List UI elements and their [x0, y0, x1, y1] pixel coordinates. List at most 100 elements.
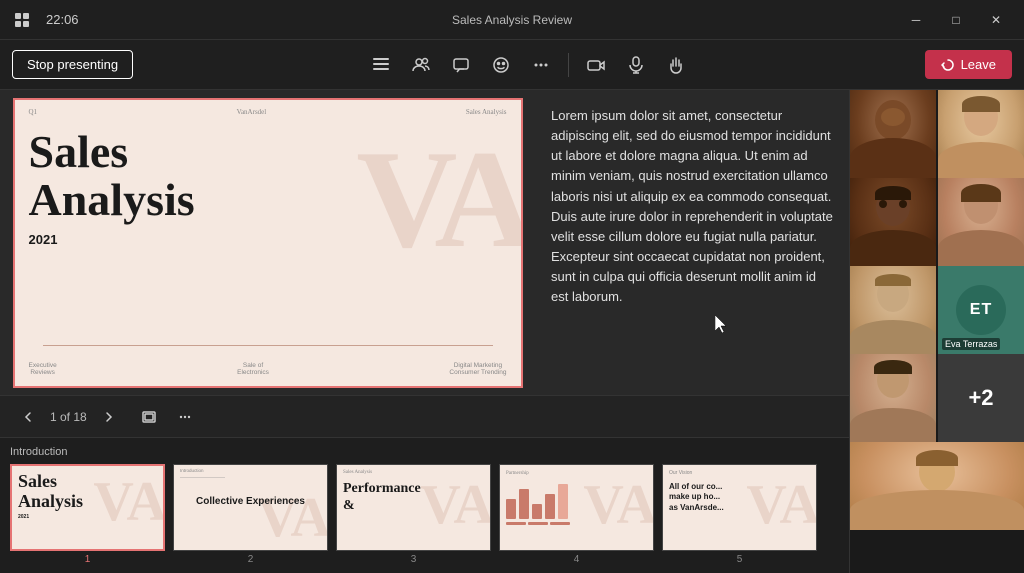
thumbnail-5-image: VA Our Vision All of our co...make up ho… [662, 464, 817, 551]
presentation-area: Q1 VanArsdel Sales Analysis Sales Analys… [0, 90, 849, 573]
slide-header-right: Sales Analysis [466, 108, 507, 116]
slide-controls: 1 of 18 [0, 395, 849, 437]
toolbar-left: Stop presenting [12, 50, 133, 79]
thumb1-title: SalesAnalysis [12, 466, 89, 512]
raise-hand-button[interactable] [659, 48, 693, 82]
participant-bottom-lady[interactable] [850, 442, 1024, 530]
footer-item-3: Digital Marketing Consumer Trending [449, 362, 506, 376]
cursor-pointer [715, 315, 727, 333]
participant-pete-turner[interactable]: Pete Turner [850, 266, 936, 354]
window-controls: ─ □ ✕ [896, 5, 1016, 35]
participant-avatar-reta [938, 90, 1024, 178]
thumb1-year: 2021 [12, 512, 89, 522]
slide-watermark: VA [356, 130, 522, 270]
participant-plus-count: +2 [968, 385, 993, 411]
main-slide: Q1 VanArsdel Sales Analysis Sales Analys… [13, 98, 523, 388]
people-button[interactable] [404, 48, 438, 82]
camera-button[interactable] [579, 48, 613, 82]
participant-row-4: Kayo Miwa +2 [850, 354, 1024, 442]
slide-divider [43, 345, 493, 346]
participants-panel: Serena Davis Reta Taylor [849, 90, 1024, 573]
participant-ray-tanaka[interactable]: Ray Tanaka [850, 178, 936, 266]
thumb5-watermark: VA [746, 473, 817, 537]
participant-avatar-kayo [850, 354, 936, 442]
title-bar: 22:06 Sales Analysis Review ─ □ ✕ [0, 0, 1024, 40]
thumbnail-3-number: 3 [411, 554, 417, 565]
prev-slide-button[interactable] [14, 403, 42, 431]
toolbar-separator [568, 53, 569, 77]
thumb4-chart [506, 484, 570, 519]
footer-item-1: Executive Reviews [29, 362, 57, 376]
thumb1-watermark: VA [93, 474, 165, 530]
titlebar-left: 22:06 [8, 6, 79, 34]
thumbnail-5[interactable]: VA Our Vision All of our co...make up ho… [662, 464, 817, 565]
participant-avatar-bottom [850, 442, 1024, 530]
maximize-button[interactable]: □ [936, 5, 976, 35]
participant-avatar-serena [850, 90, 936, 178]
toolbar-center [364, 48, 693, 82]
thumbnail-section-label: Introduction [10, 446, 839, 458]
toolbar-right: Leave [925, 50, 1012, 79]
participant-plus-more[interactable]: +2 [938, 354, 1024, 442]
thumb3-title: Performance& [337, 475, 427, 515]
participant-row-1: Serena Davis Reta Taylor [850, 90, 1024, 178]
thumb2-title: Collective Experiences [196, 496, 305, 507]
thumb2-content: Introduction —————————— [174, 465, 327, 491]
participant-avatar-ray [850, 178, 936, 266]
slide-and-notes: Q1 VanArsdel Sales Analysis Sales Analys… [0, 90, 849, 395]
thumb4-watermark: VA [583, 473, 654, 537]
thumbnail-4[interactable]: VA Partnership [499, 464, 654, 565]
thumbnail-1[interactable]: VA SalesAnalysis 2021 1 [10, 464, 165, 565]
chat-button[interactable] [444, 48, 478, 82]
slide-count: 1 of 18 [50, 410, 87, 424]
footer-item-2: Sale of Electronics [237, 362, 269, 376]
slide-header-left: Q1 [29, 108, 38, 116]
minimize-button[interactable]: ─ [896, 5, 936, 35]
thumbnail-4-image: VA Partnership [499, 464, 654, 551]
grid-icon[interactable] [8, 6, 36, 34]
eva-initials: ET [956, 285, 1006, 335]
thumbnail-2[interactable]: VA Introduction —————————— Collective Ex… [173, 464, 328, 565]
thumbnail-3-image: VA Sales Analysis Performance& [336, 464, 491, 551]
slide-container[interactable]: Q1 VanArsdel Sales Analysis Sales Analys… [0, 90, 535, 395]
more-slide-options-button[interactable] [171, 403, 199, 431]
speaker-notes: Lorem ipsum dolor sit amet, consectetur … [535, 90, 849, 395]
fit-slide-button[interactable] [135, 403, 163, 431]
time-display: 22:06 [46, 12, 79, 27]
participants-list-button[interactable] [364, 48, 398, 82]
slide-header-center: VanArsdel [237, 108, 267, 116]
participant-reta-taylor[interactable]: Reta Taylor [938, 90, 1024, 178]
main-area: Q1 VanArsdel Sales Analysis Sales Analys… [0, 90, 1024, 573]
thumbnail-1-image: VA SalesAnalysis 2021 [10, 464, 165, 551]
participant-row-3: Pete Turner ET Eva Terrazas [850, 266, 1024, 354]
participant-eva-terrazas[interactable]: ET Eva Terrazas [938, 266, 1024, 354]
thumbnail-strip: Introduction VA SalesAnalysis 2021 1 [0, 437, 849, 573]
microphone-button[interactable] [619, 48, 653, 82]
reactions-button[interactable] [484, 48, 518, 82]
slide-header: Q1 VanArsdel Sales Analysis [15, 100, 521, 116]
participant-row-5 [850, 442, 1024, 573]
leave-button[interactable]: Leave [925, 50, 1012, 79]
leave-label: Leave [961, 57, 996, 72]
thumbnails: VA SalesAnalysis 2021 1 VA Int [10, 464, 839, 565]
thumbnail-3[interactable]: VA Sales Analysis Performance& 3 [336, 464, 491, 565]
more-actions-button[interactable] [524, 48, 558, 82]
thumbnail-5-number: 5 [737, 554, 743, 565]
participant-danielle-booker[interactable]: Danielle Booker [938, 178, 1024, 266]
participant-kayo-miwa[interactable]: Kayo Miwa [850, 354, 936, 442]
window-title: Sales Analysis Review [452, 13, 572, 27]
thumbnail-2-number: 2 [248, 554, 254, 565]
next-slide-button[interactable] [95, 403, 123, 431]
participant-name-eva: Eva Terrazas [942, 338, 1000, 350]
close-button[interactable]: ✕ [976, 5, 1016, 35]
thumb3-watermark: VA [420, 473, 491, 537]
stop-presenting-button[interactable]: Stop presenting [12, 50, 133, 79]
participant-avatar-danielle [938, 178, 1024, 266]
participant-avatar-pete [850, 266, 936, 354]
thumb5-title: All of our co...make up ho...as VanArsde… [663, 476, 730, 515]
participant-row-2: Ray Tanaka Danielle Booker [850, 178, 1024, 266]
toolbar: Stop presenting [0, 40, 1024, 90]
thumbnail-4-number: 4 [574, 554, 580, 565]
participant-serena-davis[interactable]: Serena Davis [850, 90, 936, 178]
slide-footer: Executive Reviews Sale of Electronics Di… [29, 362, 507, 376]
